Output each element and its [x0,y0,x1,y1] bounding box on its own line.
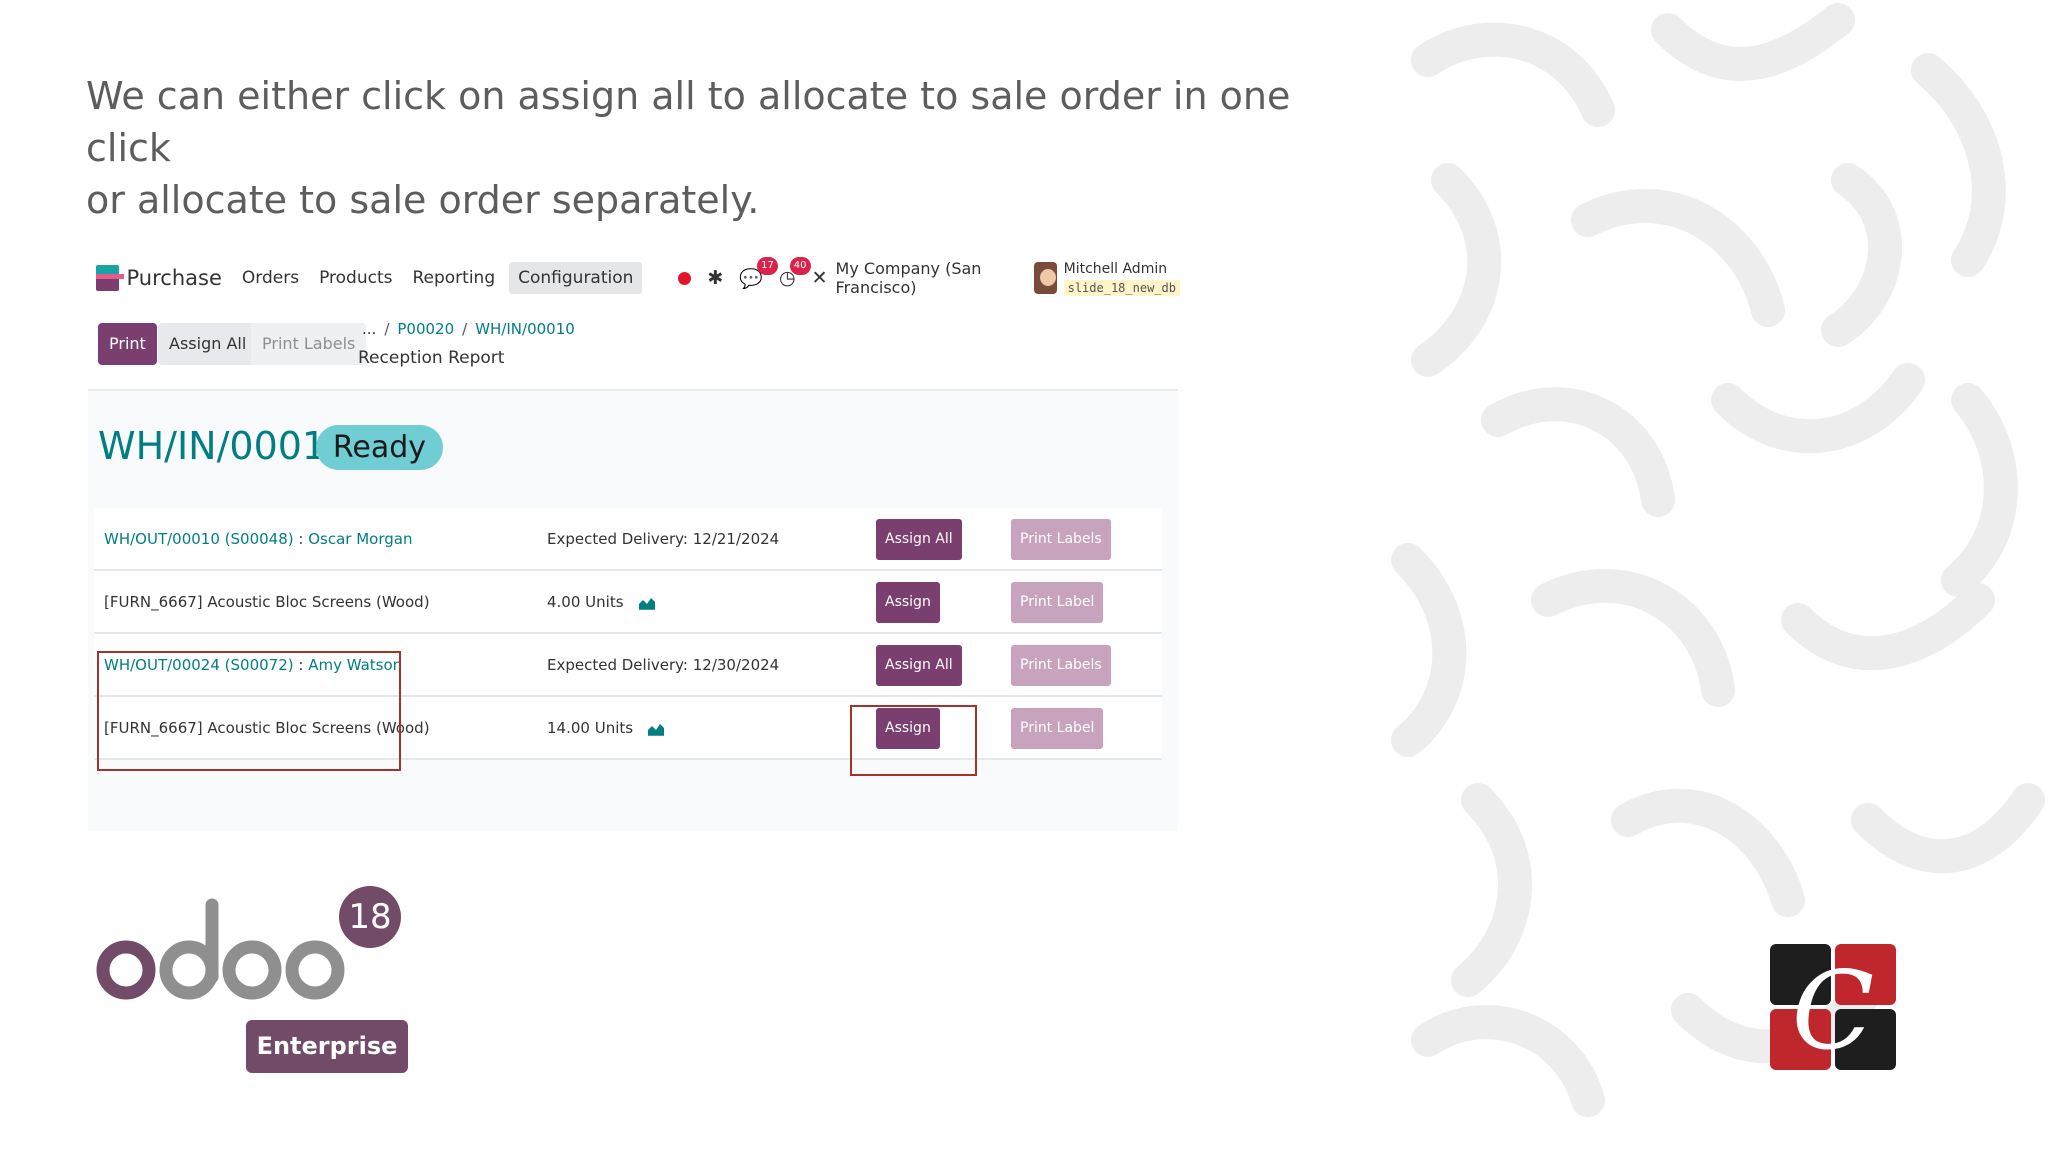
product-name: [FURN_6667] Acoustic Bloc Screens (Wood) [104,593,430,611]
quantity: 14.00 Units [547,697,665,760]
assign-all-button[interactable]: Assign All [158,323,258,365]
decorative-pattern [1368,0,2048,1152]
database-name: slide_18_new_db [1063,279,1180,296]
print-label-button[interactable]: Print Label [1011,708,1104,749]
print-labels-button[interactable]: Print Labels [1011,645,1111,686]
assign-button[interactable]: Assign [876,582,940,623]
top-navbar: Purchase Orders Products Reporting Confi… [90,256,1180,298]
svg-text:C: C [1792,949,1875,1070]
menu-configuration[interactable]: Configuration [509,262,643,294]
menu-orders[interactable]: Orders [242,262,299,294]
breadcrumb-receipt[interactable]: WH/IN/00010 [475,320,575,338]
user-menu[interactable]: Mitchell Admin slide_18_new_db [1063,260,1180,296]
purchase-app-icon[interactable] [96,265,124,291]
messages-badge: 17 [757,256,779,275]
systray: ✱ 💬 17 ◷ 40 ✕ [678,256,828,290]
caption-line-2: or allocate to sale order separately. [86,178,760,222]
page-subtitle: Reception Report [358,348,505,368]
slide-caption: We can either click on assign all to all… [86,70,1346,226]
messages-icon[interactable]: 💬 17 [739,256,779,290]
activities-clock-icon[interactable]: ◷ 40 [779,257,811,289]
forecast-chart-icon[interactable] [638,596,656,610]
debug-bug-icon[interactable]: ✱ [707,267,723,289]
assign-all-button[interactable]: Assign All [876,519,962,560]
status-badge: Ready [316,425,443,470]
forecast-chart-icon[interactable] [647,722,665,736]
company-logo: C [1770,944,1896,1070]
activities-badge: 40 [789,257,811,275]
print-label-button[interactable]: Print Label [1011,582,1104,623]
user-avatar[interactable] [1034,262,1057,294]
menu-reporting[interactable]: Reporting [412,262,495,294]
odoo-edition-label: Enterprise [246,1020,408,1073]
print-labels-button[interactable]: Print Labels [251,323,367,365]
move-reference[interactable]: WH/OUT/00010 (S00048) : Oscar Morgan [104,508,412,571]
breadcrumb: ... / P00020/WH/IN/00010 [362,320,575,338]
app-name[interactable]: Purchase [127,266,222,290]
odoo-version-badge: 18 [339,886,401,948]
company-switcher[interactable]: My Company (San Francisco) [836,259,1023,297]
quantity: 4.00 Units [547,571,656,634]
breadcrumb-purchase-order[interactable]: P00020 [397,320,454,338]
caption-line-1: We can either click on assign all to all… [86,74,1291,170]
expected-delivery: Expected Delivery: 12/21/2024 [547,530,780,548]
print-labels-button[interactable]: Print Labels [1011,519,1111,560]
record-icon[interactable] [678,271,692,285]
print-button[interactable]: Print [98,323,157,365]
expected-delivery: Expected Delivery: 12/30/2024 [547,656,780,674]
highlight-box-assign [850,705,977,776]
tools-icon[interactable]: ✕ [812,267,828,289]
menu-products[interactable]: Products [319,262,392,294]
user-name: Mitchell Admin [1063,260,1168,277]
report-title: WH/IN/00010 [98,424,351,468]
table-row: [FURN_6667] Acoustic Bloc Screens (Wood)… [94,571,1162,634]
table-row: WH/OUT/00010 (S00048) : Oscar Morgan Exp… [94,508,1162,571]
breadcrumb-ellipsis[interactable]: ... [362,320,376,338]
assign-all-button[interactable]: Assign All [876,645,962,686]
highlight-box-sale-order [97,651,401,771]
